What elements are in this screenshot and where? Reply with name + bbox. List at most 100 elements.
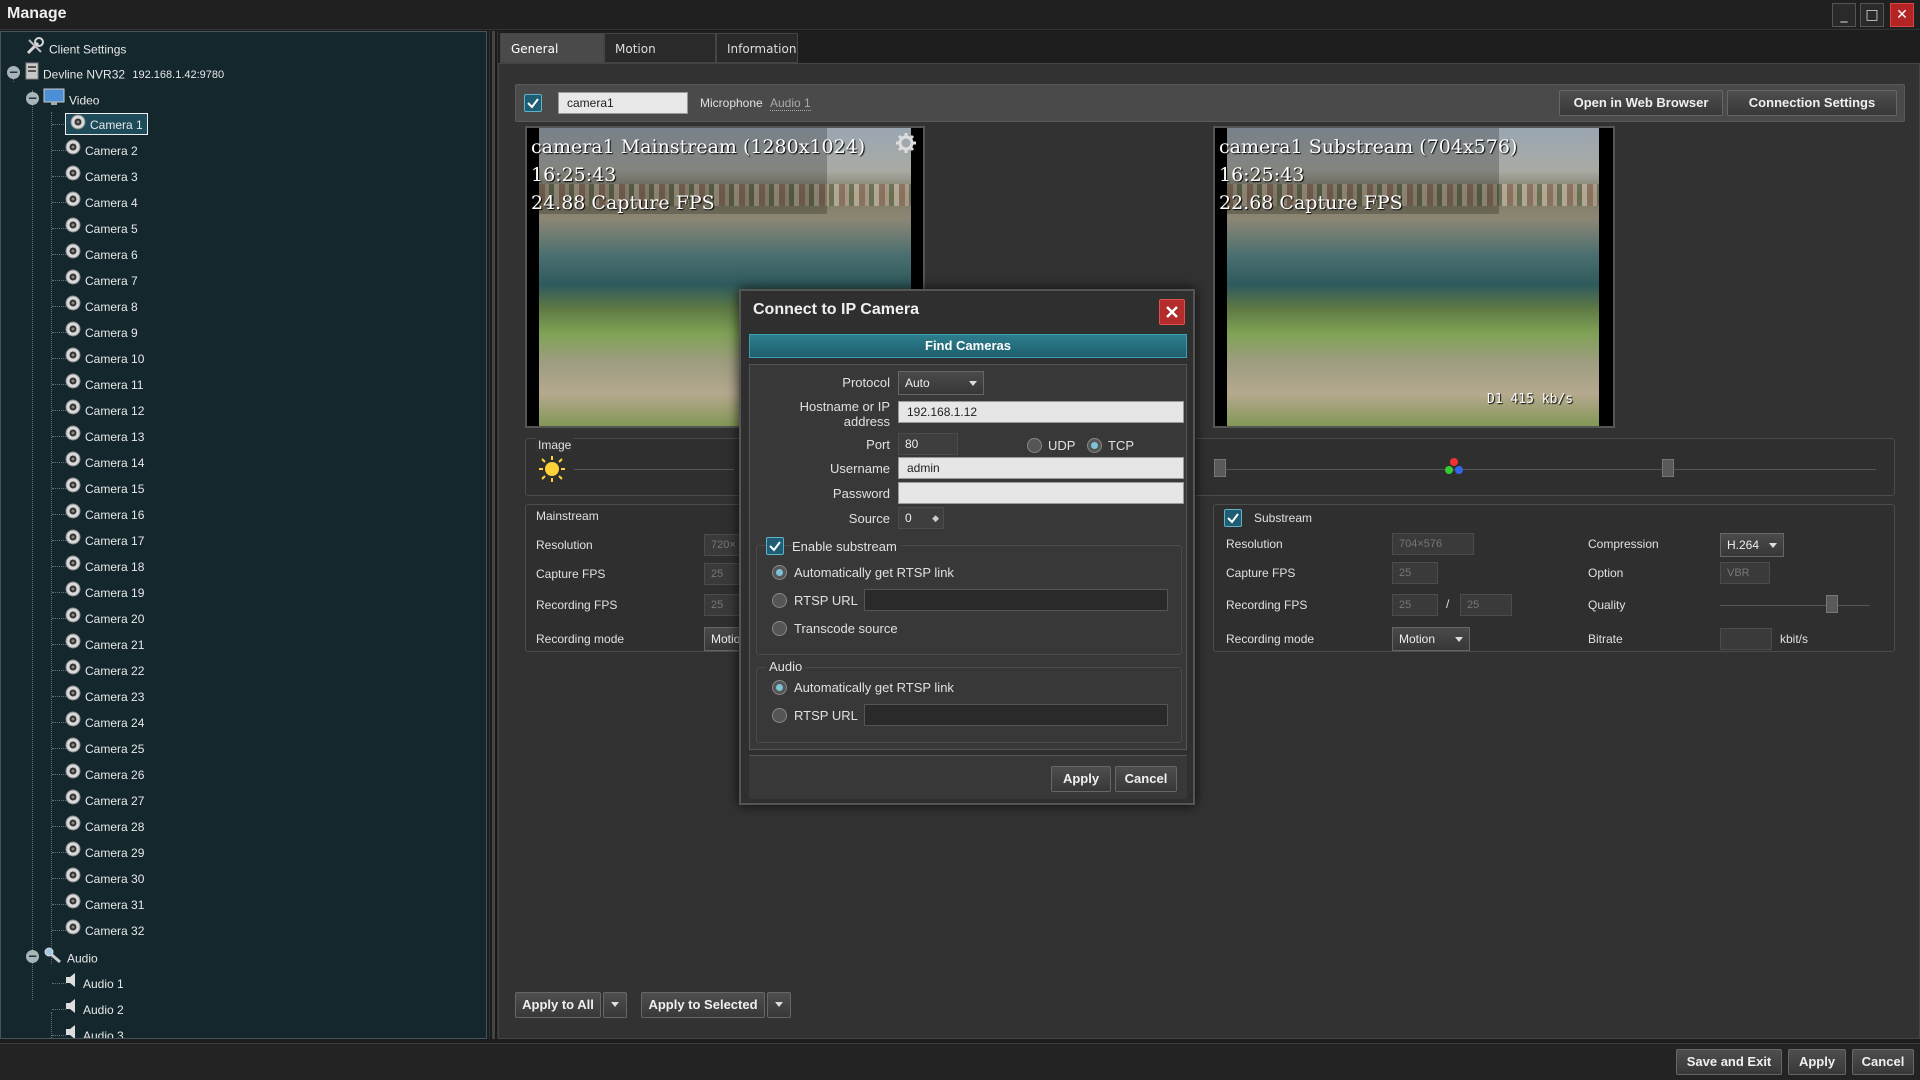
device-tree[interactable]: Client Settings − Devline NVR32 192.168.… <box>0 31 487 1039</box>
tree-item-camera[interactable]: Camera 5 <box>65 217 138 239</box>
quality-slider-thumb[interactable] <box>1826 595 1838 613</box>
tree-item-audio-device[interactable]: Audio 2 <box>65 998 124 1020</box>
collapse-server-icon[interactable]: − <box>7 66 20 79</box>
collapse-audio-icon[interactable]: − <box>26 950 39 963</box>
apply-to-selected-menu-button[interactable] <box>767 992 791 1018</box>
substream-recording-mode-dropdown[interactable]: Motion <box>1392 627 1470 651</box>
brightness-slider-track[interactable] <box>574 469 734 470</box>
open-in-web-browser-button[interactable]: Open in Web Browser <box>1559 90 1723 116</box>
substream-recording-fps-field-b[interactable]: 25 <box>1460 594 1512 616</box>
tree-item-video[interactable]: Video <box>43 88 99 110</box>
audio-auto-rtsp-radio[interactable] <box>772 680 787 695</box>
substream-preview[interactable]: camera1 Substream (704x576) 16:25:43 22.… <box>1213 126 1615 428</box>
tree-item-camera[interactable]: Camera 1 <box>65 113 148 135</box>
camera-enabled-checkbox[interactable] <box>524 94 542 112</box>
mainstream-resolution-field[interactable]: 720× <box>704 534 744 556</box>
tree-item-camera[interactable]: Camera 19 <box>65 581 144 603</box>
microphone-link[interactable]: Audio 1 <box>770 96 811 111</box>
tab-information[interactable]: Information <box>716 33 798 63</box>
tree-item-camera[interactable]: Camera 31 <box>65 893 144 915</box>
compression-dropdown[interactable]: H.264 <box>1720 533 1784 557</box>
image-slider-track[interactable] <box>1216 469 1876 470</box>
tree-item-client-settings[interactable]: Client Settings <box>25 36 126 58</box>
tab-motion-detection[interactable]: Motion Detection <box>604 33 716 86</box>
tree-item-camera[interactable]: Camera 3 <box>65 165 138 187</box>
tree-item-camera[interactable]: Camera 28 <box>65 815 144 837</box>
tree-item-camera[interactable]: Camera 20 <box>65 607 144 629</box>
tree-item-camera[interactable]: Camera 14 <box>65 451 144 473</box>
tree-item-camera[interactable]: Camera 24 <box>65 711 144 733</box>
option-field[interactable]: VBR <box>1720 562 1770 584</box>
rtsp-url-input[interactable] <box>864 589 1168 611</box>
tree-item-camera[interactable]: Camera 12 <box>65 399 144 421</box>
username-input[interactable]: admin <box>898 457 1184 479</box>
transcode-radio[interactable] <box>772 621 787 636</box>
substream-capture-fps-field[interactable]: 25 <box>1392 562 1438 584</box>
hostname-input[interactable]: 192.168.1.12 <box>898 401 1184 423</box>
udp-radio[interactable] <box>1027 438 1042 453</box>
tree-item-camera[interactable]: Camera 9 <box>65 321 138 343</box>
maximize-button[interactable]: □ <box>1860 3 1884 27</box>
tree-item-camera[interactable]: Camera 17 <box>65 529 144 551</box>
audio-rtsp-url-radio[interactable] <box>772 708 787 723</box>
substream-resolution-field[interactable]: 704×576 <box>1392 533 1474 555</box>
tree-item-camera[interactable]: Camera 22 <box>65 659 144 681</box>
tree-item-camera[interactable]: Camera 30 <box>65 867 144 889</box>
tree-item-server[interactable]: Devline NVR32 192.168.1.42:9780 <box>25 62 224 84</box>
tree-item-camera[interactable]: Camera 2 <box>65 139 138 161</box>
password-input[interactable] <box>898 482 1184 504</box>
mainstream-recording-fps-field[interactable]: 25 <box>704 594 744 616</box>
tree-item-camera[interactable]: Camera 27 <box>65 789 144 811</box>
tree-item-camera[interactable]: Camera 15 <box>65 477 144 499</box>
substream-enabled-checkbox[interactable] <box>1224 509 1242 527</box>
tree-item-camera[interactable]: Camera 6 <box>65 243 138 265</box>
port-input[interactable]: 80 <box>898 433 958 455</box>
tcp-radio[interactable] <box>1087 438 1102 453</box>
source-spinbox[interactable]: 0 ◆ <box>898 507 944 529</box>
close-window-button[interactable]: ✕ <box>1890 3 1914 27</box>
tree-item-camera[interactable]: Camera 21 <box>65 633 144 655</box>
enable-substream-checkbox[interactable] <box>766 537 784 555</box>
apply-to-all-button[interactable]: Apply to All <box>515 992 601 1018</box>
minimize-button[interactable]: _ <box>1832 3 1856 27</box>
auto-rtsp-radio[interactable] <box>772 565 787 580</box>
apply-to-selected-button[interactable]: Apply to Selected <box>641 992 765 1018</box>
cancel-button[interactable]: Cancel <box>1852 1049 1914 1075</box>
mainstream-recording-mode-dropdown[interactable]: Motio <box>704 627 744 651</box>
tree-item-audio[interactable]: Audio <box>43 946 98 968</box>
tree-item-camera[interactable]: Camera 7 <box>65 269 138 291</box>
tree-item-camera[interactable]: Camera 11 <box>65 373 143 395</box>
tree-item-camera[interactable]: Camera 8 <box>65 295 138 317</box>
tree-item-camera[interactable]: Camera 4 <box>65 191 138 213</box>
bitrate-field[interactable] <box>1720 628 1772 650</box>
tree-item-camera[interactable]: Camera 16 <box>65 503 144 525</box>
substream-recording-fps-field-a[interactable]: 25 <box>1392 594 1438 616</box>
gear-icon[interactable] <box>895 132 917 158</box>
rtsp-url-radio[interactable] <box>772 593 787 608</box>
dialog-close-button[interactable] <box>1159 299 1185 325</box>
mainstream-capture-fps-field[interactable]: 25 <box>704 563 744 585</box>
collapse-video-icon[interactable]: − <box>26 92 39 105</box>
saturation-slider-thumb[interactable] <box>1662 459 1674 477</box>
contrast-slider-thumb[interactable] <box>1214 459 1226 477</box>
tree-item-audio-device[interactable]: Audio 3 <box>65 1024 124 1038</box>
tree-item-camera[interactable]: Camera 29 <box>65 841 144 863</box>
tree-item-camera[interactable]: Camera 25 <box>65 737 144 759</box>
tab-general-settings[interactable]: General Settings <box>500 33 604 86</box>
tree-item-camera[interactable]: Camera 26 <box>65 763 144 785</box>
sidebar-splitter[interactable] <box>489 31 498 1039</box>
dialog-cancel-button[interactable]: Cancel <box>1115 766 1177 792</box>
protocol-dropdown[interactable]: Auto <box>898 371 984 395</box>
tree-item-camera[interactable]: Camera 23 <box>65 685 144 707</box>
tree-item-audio-device[interactable]: Audio 1 <box>65 972 124 994</box>
dialog-apply-button[interactable]: Apply <box>1051 766 1111 792</box>
tree-item-camera[interactable]: Camera 13 <box>65 425 144 447</box>
apply-to-all-menu-button[interactable] <box>603 992 627 1018</box>
audio-rtsp-url-input[interactable] <box>864 704 1168 726</box>
save-and-exit-button[interactable]: Save and Exit <box>1676 1049 1782 1075</box>
quality-slider-track[interactable] <box>1720 605 1870 606</box>
tree-item-camera[interactable]: Camera 18 <box>65 555 144 577</box>
tree-item-camera[interactable]: Camera 10 <box>65 347 144 369</box>
connection-settings-button[interactable]: Connection Settings <box>1727 90 1897 116</box>
camera-name-input[interactable]: camera1 <box>558 92 688 114</box>
